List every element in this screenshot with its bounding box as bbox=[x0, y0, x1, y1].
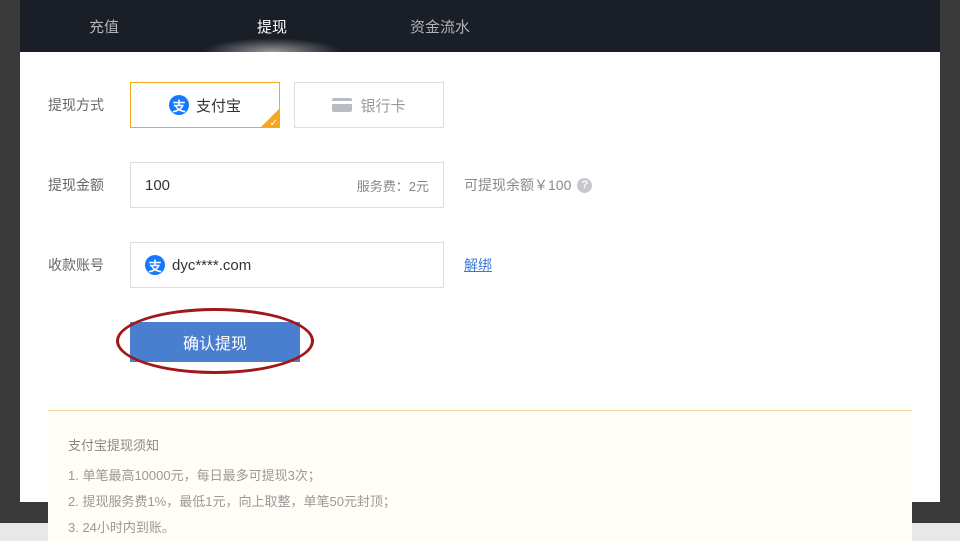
tabs-bar: 充值 提现 资金流水 bbox=[20, 0, 940, 52]
account-box: 支 dyc****.com bbox=[130, 242, 444, 288]
account-value: dyc****.com bbox=[172, 257, 251, 274]
confirm-withdraw-button[interactable]: 确认提现 bbox=[130, 322, 300, 362]
method-bankcard[interactable]: 银行卡 bbox=[294, 82, 444, 128]
help-icon[interactable]: ? bbox=[577, 178, 592, 193]
unbind-link[interactable]: 解绑 bbox=[464, 255, 492, 275]
withdraw-panel: 提现方式 支 支付宝 银行卡 提现金额 服务费：2元 可提现余额￥100 ? bbox=[20, 52, 940, 502]
account-label: 收款账号 bbox=[48, 255, 130, 275]
method-label: 提现方式 bbox=[48, 95, 130, 115]
withdraw-notice: 支付宝提现须知 1. 单笔最高10000元，每日最多可提现3次； 2. 提现服务… bbox=[48, 410, 912, 541]
method-alipay[interactable]: 支 支付宝 bbox=[130, 82, 280, 128]
alipay-icon: 支 bbox=[145, 255, 165, 275]
notice-title: 支付宝提现须知 bbox=[68, 433, 892, 459]
method-alipay-label: 支付宝 bbox=[196, 95, 241, 116]
amount-input[interactable] bbox=[145, 177, 357, 194]
amount-box: 服务费：2元 bbox=[130, 162, 444, 208]
tab-fund-flow[interactable]: 资金流水 bbox=[356, 0, 524, 52]
tab-recharge[interactable]: 充值 bbox=[20, 0, 188, 52]
notice-line-1: 1. 单笔最高10000元，每日最多可提现3次； bbox=[68, 463, 892, 489]
notice-line-3: 3. 24小时内到账。 bbox=[68, 515, 892, 541]
bankcard-icon bbox=[332, 98, 352, 112]
service-fee: 服务费：2元 bbox=[357, 176, 429, 195]
notice-line-2: 2. 提现服务费1%，最低1元，向上取整，单笔50元封顶； bbox=[68, 489, 892, 515]
amount-label: 提现金额 bbox=[48, 175, 130, 195]
alipay-icon: 支 bbox=[169, 95, 189, 115]
available-balance: 可提现余额￥100 ? bbox=[464, 175, 592, 195]
method-bankcard-label: 银行卡 bbox=[360, 95, 405, 116]
balance-text: 可提现余额￥100 bbox=[464, 175, 571, 195]
tab-withdraw[interactable]: 提现 bbox=[188, 0, 356, 52]
